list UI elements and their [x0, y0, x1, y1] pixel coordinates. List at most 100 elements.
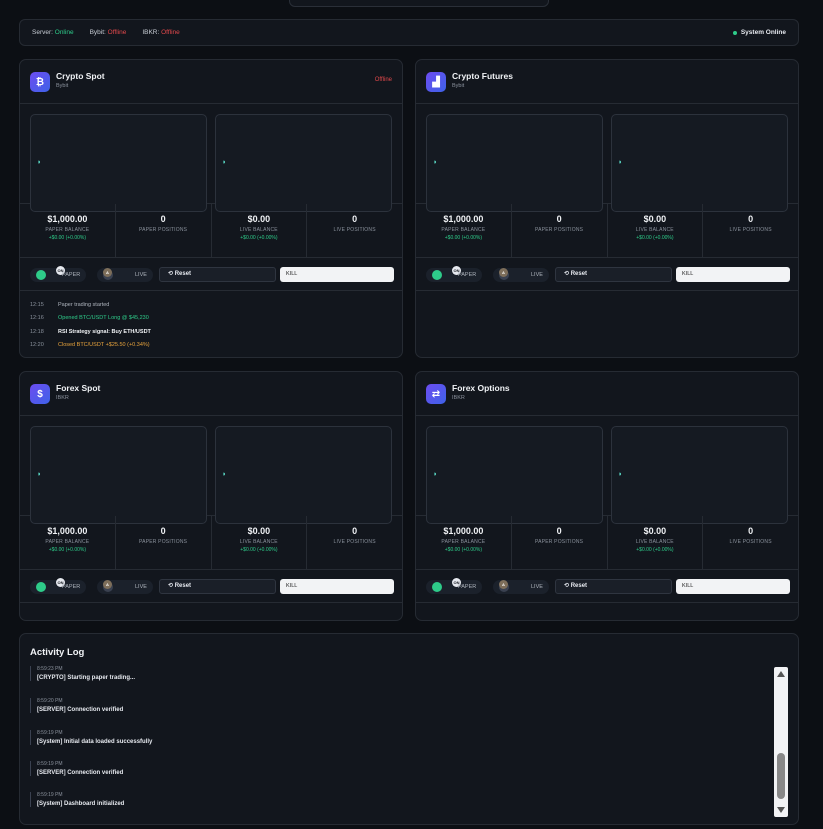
stat-cell: 0 PAPER POSITIONS — [512, 516, 608, 569]
scroll-thumb[interactable] — [777, 753, 785, 799]
stat-change: +$0.00 (+0.00%) — [636, 235, 674, 241]
stat-value: 0 — [556, 526, 562, 536]
stat-value: 0 — [748, 214, 754, 224]
stat-cell: $1,000.00 PAPER BALANCE +$0.00 (+0.00%) — [20, 204, 116, 257]
top-header-stub — [289, 0, 549, 7]
panel-title: Crypto Futures — [452, 71, 513, 81]
panel-header: $ Forex Spot IBKR — [20, 372, 402, 416]
live-toggle-label: LIVE — [135, 584, 147, 590]
live-badge: A — [103, 580, 112, 589]
paper-toggle-label: PAPER — [62, 584, 81, 590]
stat-value: 0 — [748, 526, 754, 536]
stat-label: PAPER POSITIONS — [535, 539, 584, 545]
reset-icon: ⟲ — [168, 583, 175, 589]
stat-label: PAPER POSITIONS — [139, 227, 188, 233]
stat-label: PAPER BALANCE — [45, 227, 90, 233]
stat-cell: 0 LIVE POSITIONS — [307, 516, 402, 569]
stat-label: PAPER BALANCE — [45, 539, 90, 545]
stat-label: PAPER POSITIONS — [139, 539, 188, 545]
activity-log: Activity Log 8:59:23 PM [CRYPTO] Startin… — [19, 633, 799, 825]
kill-button[interactable]: KILL — [280, 267, 394, 282]
reset-button[interactable]: ⟲ Reset — [159, 267, 276, 282]
stat-cell: 0 PAPER POSITIONS — [116, 204, 212, 257]
panel-header: ₿ Crypto Spot Bybit Offline — [20, 60, 402, 104]
paper-toggle[interactable]: ON PAPER — [30, 266, 86, 282]
scroll-down-arrow-icon[interactable] — [777, 807, 785, 813]
scroll-up-arrow-icon[interactable] — [777, 671, 785, 677]
activity-time: 8:59:19 PM — [37, 761, 63, 767]
stats-row: $1,000.00 PAPER BALANCE +$0.00 (+0.00%) … — [20, 516, 402, 570]
reset-icon: ⟲ — [564, 271, 571, 277]
connection-status-bar: Server: Online Bybit: Offline IBKR: Offl… — [19, 19, 799, 46]
stat-cell: 0 PAPER POSITIONS — [512, 204, 608, 257]
play-marker-icon: ◗ — [37, 471, 42, 478]
live-toggle-label: LIVE — [531, 272, 543, 278]
crypto-spot-panel: ₿ Crypto Spot Bybit Offline ◗ ◗ $1,000.0… — [19, 59, 403, 358]
stat-value: $1,000.00 — [47, 214, 88, 224]
reset-button[interactable]: ⟲ Reset — [555, 579, 672, 594]
live-toggle[interactable]: A LIVE — [97, 580, 153, 594]
panel-subtitle: IBKR — [452, 395, 465, 401]
panel-subtitle: Bybit — [56, 83, 69, 89]
controls-row: ON PAPER A LIVE ⟲ Reset KILL — [416, 570, 798, 603]
stat-cell: $0.00 LIVE BALANCE +$0.00 (+0.00%) — [608, 204, 704, 257]
stat-change: +$0.00 (+0.00%) — [240, 235, 278, 241]
stat-label: LIVE POSITIONS — [729, 227, 772, 233]
activity-message: [CRYPTO] Starting paper trading... — [37, 675, 136, 681]
live-badge: A — [103, 268, 112, 277]
paper-chart: ◗ — [426, 426, 603, 524]
paper-toggle[interactable]: ON PAPER — [30, 578, 86, 594]
kill-button[interactable]: KILL — [676, 267, 790, 282]
stat-change: +$0.00 (+0.00%) — [636, 547, 674, 553]
paper-chart: ◗ — [30, 426, 207, 524]
paper-toggle-label: PAPER — [458, 584, 477, 590]
stat-change: +$0.00 (+0.00%) — [444, 235, 482, 241]
forex-options-panel: ⇄ Forex Options IBKR ◗ ◗ $1,000.00 PAPER… — [415, 371, 799, 621]
stat-cell: $1,000.00 PAPER BALANCE +$0.00 (+0.00%) — [416, 516, 512, 569]
stat-label: LIVE POSITIONS — [333, 227, 376, 233]
activity-entry: 8:59:23 PM [CRYPTO] Starting paper tradi… — [30, 666, 135, 681]
paper-toggle[interactable]: ON PAPER — [426, 266, 482, 282]
toggle-knob — [432, 582, 442, 592]
stat-value: 0 — [160, 214, 166, 224]
activity-log-title: Activity Log — [30, 647, 85, 658]
play-marker-icon: ◗ — [37, 159, 42, 166]
activity-time: 8:59:23 PM — [37, 666, 63, 672]
live-toggle[interactable]: A LIVE — [493, 268, 549, 282]
activity-message: [System] Initial data loaded successfull… — [37, 739, 153, 745]
stat-label: LIVE BALANCE — [635, 539, 674, 545]
trade-time: 12:15 — [30, 301, 44, 308]
paper-toggle[interactable]: ON PAPER — [426, 578, 482, 594]
stat-value: 0 — [556, 214, 562, 224]
stats-row: $1,000.00 PAPER BALANCE +$0.00 (+0.00%) … — [416, 516, 798, 570]
play-marker-icon: ◗ — [433, 471, 438, 478]
live-badge: A — [499, 268, 508, 277]
kill-button[interactable]: KILL — [280, 579, 394, 594]
play-marker-icon: ◗ — [222, 159, 227, 166]
stat-cell: $1,000.00 PAPER BALANCE +$0.00 (+0.00%) — [20, 516, 116, 569]
system-status: System Online — [732, 29, 786, 36]
play-marker-icon: ◗ — [222, 471, 227, 478]
reset-button[interactable]: ⟲ Reset — [555, 267, 672, 282]
panel-header: ▟ Crypto Futures Bybit — [416, 60, 798, 104]
trade-text: Closed BTC/USDT +$25.50 (+0.34%) — [58, 342, 150, 349]
toggle-knob — [432, 270, 442, 280]
live-toggle[interactable]: A LIVE — [493, 580, 549, 594]
live-chart: ◗ — [215, 114, 392, 212]
swap-arrows-icon: ⇄ — [426, 384, 446, 404]
kill-button[interactable]: KILL — [676, 579, 790, 594]
dollar-icon: $ — [30, 384, 50, 404]
live-toggle[interactable]: A LIVE — [97, 268, 153, 282]
activity-scrollbar[interactable] — [774, 667, 788, 817]
trade-time: 12:20 — [30, 342, 44, 349]
live-chart: ◗ — [611, 114, 788, 212]
activity-entry: 8:59:19 PM [System] Initial data loaded … — [30, 730, 152, 745]
trade-time: 12:16 — [30, 315, 44, 322]
stat-label: LIVE BALANCE — [239, 539, 278, 545]
trade-log-row: 12:16 Opened BTC/USDT Long @ $45,230 — [30, 312, 392, 326]
paper-toggle-label: PAPER — [62, 272, 81, 278]
activity-entry: 8:59:19 PM [SERVER] Connection verified — [30, 761, 123, 776]
reset-button[interactable]: ⟲ Reset — [159, 579, 276, 594]
status-dot-icon — [732, 30, 737, 35]
stat-value: $0.00 — [643, 214, 667, 224]
